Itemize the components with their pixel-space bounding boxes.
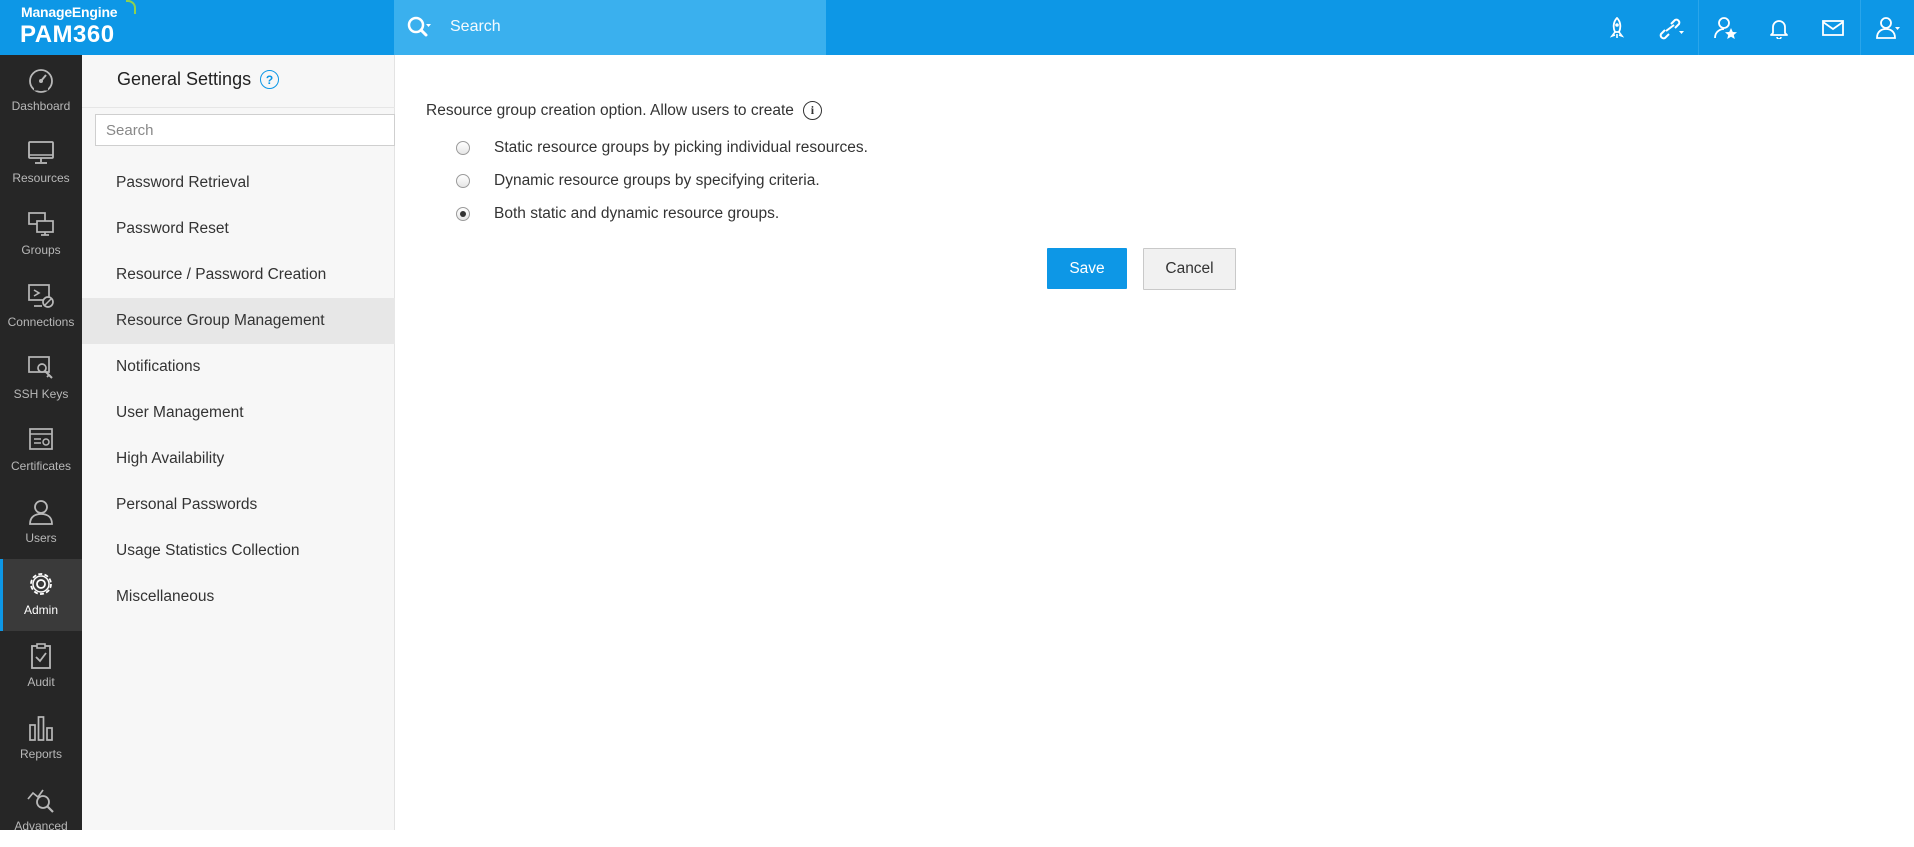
menu-item-resource-group-management[interactable]: Resource Group Management bbox=[82, 298, 395, 344]
monitor-icon bbox=[26, 137, 56, 167]
nav-item-resources[interactable]: Resources bbox=[0, 127, 82, 199]
nav-item-ssh-keys[interactable]: SSH Keys bbox=[0, 343, 82, 415]
menu-item-notifications[interactable]: Notifications bbox=[82, 344, 395, 390]
radio-option-static[interactable]: Static resource groups by picking indivi… bbox=[456, 139, 868, 157]
ssh-keys-icon bbox=[26, 353, 56, 383]
menu-item-password-reset[interactable]: Password Reset bbox=[82, 206, 395, 252]
global-search-input[interactable] bbox=[450, 13, 810, 41]
users-icon bbox=[26, 497, 56, 527]
nav-label: Groups bbox=[21, 243, 61, 257]
advanced-icon bbox=[26, 785, 56, 815]
help-icon[interactable]: ? bbox=[260, 70, 280, 89]
product-name: PAM360 bbox=[20, 21, 115, 48]
nav-item-groups[interactable]: Groups bbox=[0, 199, 82, 271]
nav-item-users[interactable]: Users bbox=[0, 487, 82, 559]
help-icon-glyph: ? bbox=[265, 72, 274, 87]
nav-label: Advanced bbox=[14, 819, 68, 833]
mail-icon[interactable] bbox=[1806, 0, 1860, 55]
nav-label: Connections bbox=[7, 315, 75, 329]
option-label-text: Resource group creation option. Allow us… bbox=[426, 101, 794, 119]
nav-label: Reports bbox=[19, 747, 63, 761]
radio-button[interactable] bbox=[456, 207, 470, 221]
radio-option-dynamic[interactable]: Dynamic resource groups by specifying cr… bbox=[456, 172, 820, 190]
nav-item-connections[interactable]: Connections bbox=[0, 271, 82, 343]
radio-label: Static resource groups by picking indivi… bbox=[494, 139, 868, 156]
menu-item-password-retrieval[interactable]: Password Retrieval bbox=[82, 160, 395, 206]
settings-menu: Password Retrieval Password Reset Resour… bbox=[82, 160, 395, 620]
radio-option-both[interactable]: Both static and dynamic resource groups. bbox=[456, 205, 779, 223]
main-content: Resource group creation option. Allow us… bbox=[396, 55, 1914, 830]
brand-name: ManageEngine bbox=[21, 4, 118, 20]
user-icon[interactable] bbox=[1860, 0, 1914, 55]
info-icon[interactable]: i bbox=[802, 101, 822, 120]
search-icon[interactable] bbox=[406, 14, 432, 40]
connections-icon bbox=[26, 281, 56, 311]
option-label: Resource group creation option. Allow us… bbox=[426, 101, 822, 120]
nav-label: Resources bbox=[12, 171, 70, 185]
nav-item-dashboard[interactable]: Dashboard bbox=[0, 55, 82, 127]
gear-icon bbox=[26, 569, 56, 599]
star-user-icon[interactable] bbox=[1698, 0, 1752, 55]
reports-icon bbox=[26, 713, 56, 743]
menu-item-personal-passwords[interactable]: Personal Passwords bbox=[82, 482, 395, 528]
radio-button[interactable] bbox=[456, 141, 470, 155]
logo[interactable]: ManageEngine PAM360 bbox=[0, 0, 394, 55]
nav-label: Dashboard bbox=[11, 99, 71, 113]
groups-icon bbox=[26, 209, 56, 239]
divider bbox=[82, 107, 395, 108]
settings-title: General Settings ? bbox=[117, 69, 280, 90]
top-bar: ManageEngine PAM360 bbox=[0, 0, 1914, 55]
radio-label: Dynamic resource groups by specifying cr… bbox=[494, 172, 820, 189]
menu-item-high-availability[interactable]: High Availability bbox=[82, 436, 395, 482]
cancel-button[interactable]: Cancel bbox=[1143, 248, 1236, 290]
info-icon-glyph: i bbox=[810, 103, 815, 117]
nav-label: Audit bbox=[27, 675, 55, 689]
certificates-icon bbox=[26, 425, 56, 455]
radio-button[interactable] bbox=[456, 174, 470, 188]
nav-label: Users bbox=[25, 531, 57, 545]
top-icons bbox=[1590, 0, 1914, 55]
nav-label: Admin bbox=[23, 603, 58, 617]
radio-selected-dot bbox=[460, 211, 466, 217]
nav-label: SSH Keys bbox=[13, 387, 69, 401]
save-button[interactable]: Save bbox=[1047, 248, 1127, 289]
settings-search-input[interactable] bbox=[95, 114, 395, 146]
menu-item-resource-password-creation[interactable]: Resource / Password Creation bbox=[82, 252, 395, 298]
clipboard-icon bbox=[26, 641, 56, 671]
menu-item-usage-statistics-collection[interactable]: Usage Statistics Collection bbox=[82, 528, 395, 574]
link-icon[interactable] bbox=[1644, 0, 1698, 55]
nav-label: Certificates bbox=[10, 459, 72, 473]
brand-swoosh-icon bbox=[126, 0, 136, 14]
nav-item-admin[interactable]: Admin bbox=[0, 559, 82, 631]
menu-item-user-management[interactable]: User Management bbox=[82, 390, 395, 436]
global-search bbox=[394, 0, 826, 55]
left-nav: Dashboard Resources Groups Connections S… bbox=[0, 55, 82, 833]
nav-item-advanced[interactable]: Advanced bbox=[0, 775, 82, 847]
radio-label: Both static and dynamic resource groups. bbox=[494, 205, 780, 222]
menu-item-miscellaneous[interactable]: Miscellaneous bbox=[82, 574, 395, 620]
dashboard-icon bbox=[26, 65, 56, 95]
bell-icon[interactable] bbox=[1752, 0, 1806, 55]
settings-panel: General Settings ? Password Retrieval Pa… bbox=[82, 55, 395, 830]
nav-item-reports[interactable]: Reports bbox=[0, 703, 82, 775]
settings-title-text: General Settings bbox=[117, 69, 252, 89]
nav-item-audit[interactable]: Audit bbox=[0, 631, 82, 703]
nav-item-certificates[interactable]: Certificates bbox=[0, 415, 82, 487]
rocket-icon[interactable] bbox=[1590, 0, 1644, 55]
